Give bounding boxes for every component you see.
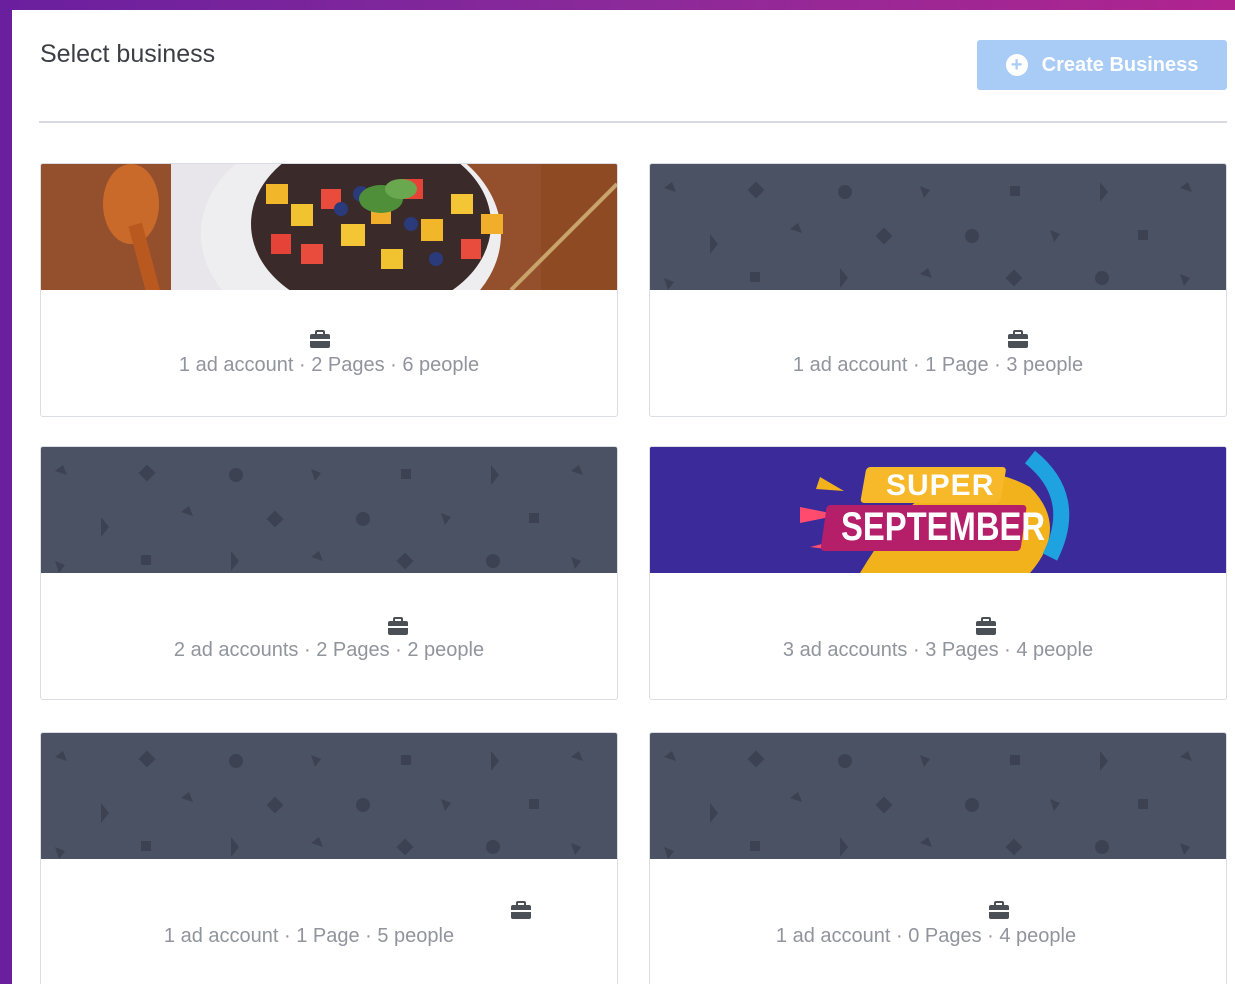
briefcase-icon: [388, 617, 408, 635]
briefcase-icon: [976, 617, 996, 635]
business-selector-panel: Select business + Create Business 1 ad a…: [12, 10, 1235, 984]
header-divider: [39, 121, 1227, 123]
create-business-button[interactable]: + Create Business: [977, 40, 1227, 90]
business-card-5[interactable]: 1 ad account · 1 Page · 5 people: [40, 732, 618, 984]
page-title: Select business: [40, 40, 216, 68]
business-stats: 1 ad account · 1 Page · 3 people: [792, 354, 1084, 376]
cover-image-fruit-bowl: [41, 164, 617, 290]
banner-text-top: SUPER: [886, 469, 995, 502]
banner-text-bottom: SEPTEMBER: [841, 505, 1046, 549]
cover-super-september-banner: SUPER SEPTEMBER: [650, 447, 1226, 573]
business-card-3[interactable]: 2 ad accounts · 2 Pages · 2 people: [40, 446, 618, 700]
briefcase-icon: [310, 330, 330, 348]
cover-default-pattern: [650, 733, 1226, 859]
plus-circle-icon: +: [1005, 54, 1028, 76]
cover-default-pattern: [650, 164, 1226, 290]
business-stats: 1 ad account · 0 Pages · 4 people: [775, 925, 1077, 947]
briefcase-icon: [989, 901, 1009, 919]
cover-default-pattern: [41, 447, 617, 573]
business-stats: 2 ad accounts · 2 Pages · 2 people: [173, 639, 485, 661]
create-business-label: Create Business: [1041, 53, 1199, 76]
cover-default-pattern: [41, 733, 617, 859]
business-card-2[interactable]: 1 ad account · 1 Page · 3 people: [649, 163, 1227, 417]
business-card-1[interactable]: 1 ad account · 2 Pages · 6 people: [40, 163, 618, 417]
business-stats: 3 ad accounts · 3 Pages · 4 people: [782, 639, 1094, 661]
business-card-6[interactable]: 1 ad account · 0 Pages · 4 people: [649, 732, 1227, 984]
business-card-4[interactable]: SUPER SEPTEMBER 3 ad accounts · 3 Pages …: [649, 446, 1227, 700]
business-stats: 1 ad account · 1 Page · 5 people: [163, 925, 455, 947]
briefcase-icon: [1008, 330, 1028, 348]
briefcase-icon: [511, 901, 531, 919]
business-stats: 1 ad account · 2 Pages · 6 people: [178, 354, 480, 376]
